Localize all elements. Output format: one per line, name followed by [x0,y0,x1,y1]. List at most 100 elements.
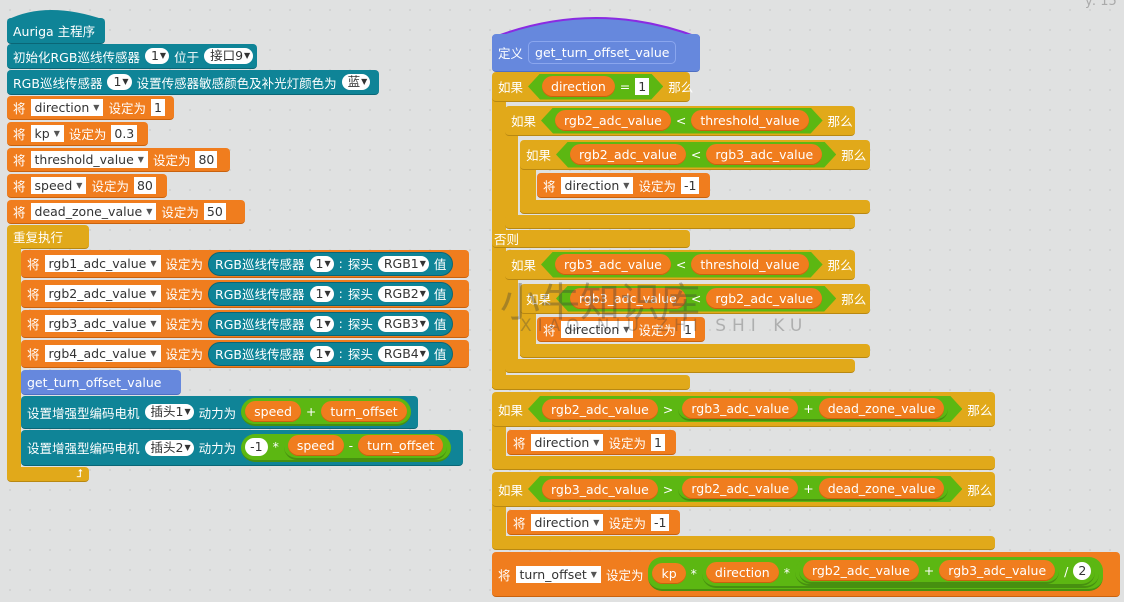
variable-dropdown[interactable]: speed ▼ [30,177,87,194]
if-rgb3-rgb2-block[interactable]: 如果 rgb3_adc_value < rgb2_adc_value 那么 [520,284,870,314]
read-sensor-block[interactable]: 将 rgb2_adc_value ▼ 设定为 RGB巡线传感器 1 ▼: 探头 RGB2 ▼ 值 [21,280,469,308]
chevron-down-icon: ▼ [159,51,167,60]
probe-dropdown[interactable]: RGB2 ▼ [377,285,429,302]
label: 设置传感器敏感颜色及补光灯颜色为 [136,75,337,91]
set-variable-block[interactable]: 将 speed ▼ 设定为 80 [7,174,167,198]
variable-dropdown[interactable]: rgb1_adc_value ▼ [44,255,161,272]
if-end [492,536,995,550]
motor1-block[interactable]: 设置增强型编码电机 插头1 ▼ 动力为 speed + turn_offset [21,396,418,429]
if-direction-block[interactable]: 如果 direction = 1 那么 [492,72,693,102]
less-than-condition[interactable]: rgb2_adc_value < rgb3_adc_value [556,142,836,168]
if-left-turn-block[interactable]: 如果 rgb3_adc_value > rgb2_adc_value + dead_zon… [492,472,995,507]
chevron-down-icon: ▼ [150,349,157,358]
sensor-dropdown[interactable]: 1 ▼ [309,285,334,302]
auriga-main-hat[interactable]: Auriga 主程序 [7,18,105,44]
forever-end: ⮥ [7,467,89,482]
variable-dropdown[interactable]: rgb4_adc_value ▼ [44,345,161,362]
sensor-dropdown[interactable]: 1 ▼ [144,48,170,64]
variable-dropdown[interactable]: rgb3_adc_value ▼ [44,315,161,332]
if-else-end [492,375,690,390]
probe-dropdown[interactable]: RGB3 ▼ [377,315,429,332]
multiply-operator[interactable]: -1 * speed - turn_offset [241,433,452,462]
read-sensor-block[interactable]: 将 rgb1_adc_value ▼ 设定为 RGB巡线传感器 1 ▼: 探头 RGB1 ▼ 值 [21,250,469,278]
variable-dropdown[interactable]: direction ▼ [530,513,604,531]
add-operator[interactable]: speed + turn_offset [241,398,411,426]
if-rgb2-rgb3-block[interactable]: 如果 rgb2_adc_value < rgb3_adc_value 那么 [520,140,870,170]
value-input[interactable]: -1 [680,176,700,194]
variable-dropdown[interactable]: turn_offset ▼ [515,565,601,583]
sensor-dropdown[interactable]: 1 ▼ [309,345,334,362]
add-operator[interactable]: rgb3_adc_value + dead_zone_value [678,397,948,421]
if-rgb2-threshold-block[interactable]: 如果 rgb2_adc_value < threshold_value 那么 [505,106,855,136]
sensor-dropdown[interactable]: 1 ▼ [107,74,132,90]
subtract-operator[interactable]: speed - turn_offset [283,433,448,460]
set-variable-block[interactable]: 将 kp ▼ 设定为 0.3 [7,122,148,146]
greater-than-condition[interactable]: rgb3_adc_value > rgb2_adc_value + dead_zone_… [528,476,962,502]
less-than-condition[interactable]: rgb3_adc_value < rgb2_adc_value [556,286,836,312]
set-sensor-color-block[interactable]: RGB巡线传感器 1 ▼ 设置传感器敏感颜色及补光灯颜色为 蓝 ▼ [7,70,379,95]
set-variable-block[interactable]: 将 dead_zone_value ▼ 设定为 50 [7,200,245,224]
probe-reporter[interactable]: RGB巡线传感器 1 ▼: 探头 RGB2 ▼ 值 [208,281,454,306]
chevron-down-icon: ▼ [150,259,157,268]
multiply-operator[interactable]: direction * rgb2_adc_value + rgb3_adc_value /… [701,558,1100,588]
value-input[interactable]: -1 [650,513,670,531]
read-sensor-block[interactable]: 将 rgb4_adc_value ▼ 设定为 RGB巡线传感器 1 ▼: 探头 RGB4 ▼ 值 [21,340,469,368]
if-right-turn-block[interactable]: 如果 rgb2_adc_value > rgb3_adc_value + dead_zon… [492,392,995,427]
chevron-down-icon: ▼ [122,77,129,86]
set-variable-block[interactable]: 将 threshold_value ▼ 设定为 80 [7,148,230,172]
less-than-condition[interactable]: rgb3_adc_value < threshold_value [541,252,823,278]
set-direction-block[interactable]: 将 direction ▼ 设定为 1 [507,430,676,455]
variable-dropdown[interactable]: direction ▼ [530,433,604,451]
variable-dropdown[interactable]: dead_zone_value ▼ [30,203,157,220]
forever-arm [7,246,21,471]
multiply-operator[interactable]: kp * direction * rgb2_adc_value + rgb3_adc_val… [648,557,1104,591]
greater-than-condition[interactable]: rgb2_adc_value > rgb3_adc_value + dead_zone_… [528,396,962,422]
value-input[interactable]: 80 [133,177,156,194]
init-rgb-sensor-block[interactable]: 初始化RGB巡线传感器 1 ▼ 位于 接口9 ▼ [7,44,257,69]
chevron-down-icon: ▼ [137,155,144,164]
variable-dropdown[interactable]: threshold_value ▼ [30,151,148,168]
variable-dropdown[interactable]: rgb2_adc_value ▼ [44,285,161,302]
set-direction-block[interactable]: 将 direction ▼ 设定为 -1 [537,173,710,198]
turn-offset-reporter: turn_offset [321,400,407,422]
probe-reporter[interactable]: RGB巡线传感器 1 ▼: 探头 RGB4 ▼ 值 [208,341,454,366]
divide-operator[interactable]: rgb2_adc_value + rgb3_adc_value/2 [794,558,1096,586]
probe-dropdown[interactable]: RGB1 ▼ [377,255,429,272]
coords-readout: y: 15 [1085,0,1117,9]
sensor-dropdown[interactable]: 1 ▼ [309,315,334,332]
value-input[interactable]: 1 [680,320,695,338]
define-block[interactable]: 定义 get_turn_offset_value [492,34,700,72]
variable-dropdown[interactable]: direction ▼ [560,176,634,194]
variable-dropdown[interactable]: direction ▼ [30,99,104,116]
probe-dropdown[interactable]: RGB4 ▼ [377,345,429,362]
motor-port-dropdown[interactable]: 插头2 ▼ [144,439,194,456]
set-direction-block[interactable]: 将 direction ▼ 设定为 1 [537,317,705,342]
set-turn-offset-block[interactable]: 将 turn_offset ▼ 设定为 kp * direction * rgb2_adc_v… [492,552,1120,597]
equals-condition[interactable]: direction = 1 [528,74,663,100]
call-get-turn-offset-block[interactable]: get_turn_offset_value [21,370,181,395]
if-rgb3-threshold-block[interactable]: 如果 rgb3_adc_value < threshold_value 那么 [505,250,855,280]
add-operator[interactable]: rgb2_adc_value + rgb3_adc_value [798,558,1060,584]
set-variable-block[interactable]: 将 direction ▼ 设定为 1 [7,96,174,120]
value-input[interactable]: 80 [195,151,218,168]
value-input[interactable]: 1 [650,433,665,451]
motor-port-dropdown[interactable]: 插头1 ▼ [144,404,194,420]
less-than-condition[interactable]: rgb2_adc_value < threshold_value [541,108,823,134]
add-operator[interactable]: rgb2_adc_value + dead_zone_value [678,477,948,501]
value-input[interactable]: 0.3 [111,125,138,142]
label: 位于 [174,49,200,65]
motor2-block[interactable]: 设置增强型编码电机 插头2 ▼ 动力为 -1 * speed - turn_offset [21,430,463,466]
variable-dropdown[interactable]: kp ▼ [30,125,64,142]
probe-reporter[interactable]: RGB巡线传感器 1 ▼: 探头 RGB1 ▼ 值 [208,251,454,276]
value-input[interactable]: 1 [150,99,165,116]
read-sensor-block[interactable]: 将 rgb3_adc_value ▼ 设定为 RGB巡线传感器 1 ▼: 探头 RGB3 ▼ 值 [21,310,469,338]
number-input: 2 [1073,562,1092,580]
probe-reporter[interactable]: RGB巡线传感器 1 ▼: 探头 RGB3 ▼ 值 [208,311,454,336]
color-dropdown[interactable]: 蓝 ▼ [341,74,371,90]
variable-dropdown[interactable]: direction ▼ [560,320,634,338]
value-input[interactable]: 50 [203,203,226,220]
sensor-dropdown[interactable]: 1 ▼ [309,255,334,272]
port-dropdown[interactable]: 接口9 ▼ [204,48,254,64]
set-direction-block[interactable]: 将 direction ▼ 设定为 -1 [507,510,680,535]
chevron-down-icon: ▼ [150,319,157,328]
